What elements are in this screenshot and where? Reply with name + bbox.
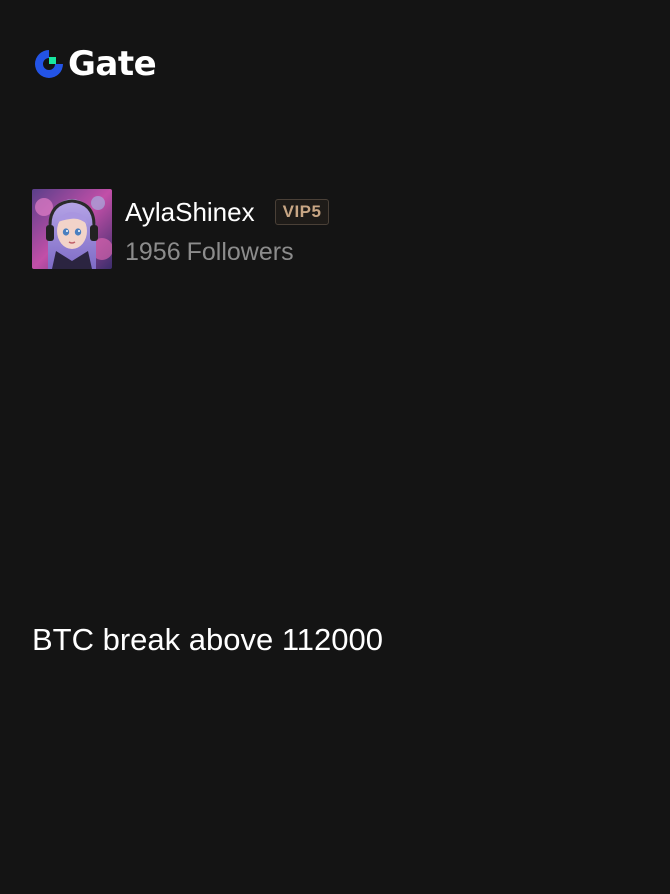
username[interactable]: AylaShinex [125, 195, 255, 229]
gate-logo-text: Gate [68, 44, 157, 84]
followers-count[interactable]: 1956 Followers [125, 237, 329, 267]
user-avatar-image[interactable] [32, 189, 112, 269]
profile-info: AylaShinex VIP5 1956 Followers [125, 195, 330, 267]
author-profile[interactable]: AylaShinex VIP5 1956 Followers [32, 189, 330, 269]
followers-label: Followers [186, 238, 294, 266]
gate-logo[interactable]: Gate [32, 44, 157, 84]
gate-logo-icon [35, 50, 63, 78]
name-row: AylaShinex VIP5 [125, 195, 330, 229]
vip-badge: VIP5 [274, 199, 330, 225]
post-content: BTC break above 112000 [32, 622, 383, 657]
followers-number: 1956 [125, 238, 181, 266]
